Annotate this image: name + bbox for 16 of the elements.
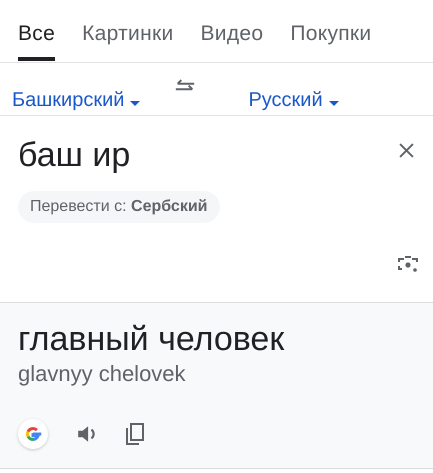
tab[interactable]: Видео	[200, 18, 264, 61]
target-language-dropdown[interactable]: Русский	[248, 89, 339, 115]
translation-text: главный человек	[18, 319, 286, 359]
close-icon[interactable]	[399, 143, 414, 158]
tab[interactable]: Все	[18, 18, 56, 61]
source-language-dropdown[interactable]: Башкирский	[12, 89, 140, 115]
language-suggestion-chip[interactable]: Перевести с: Сербский	[18, 191, 220, 223]
caret-icon	[130, 101, 140, 106]
logo-icon[interactable]	[18, 419, 48, 449]
tab[interactable]: Картинки	[82, 18, 174, 61]
camera-icon[interactable]	[398, 255, 418, 273]
transliteration-text: glavnyy chelovek	[18, 361, 187, 387]
tab[interactable]: Покупки	[290, 18, 372, 61]
input-field[interactable]: баш ир	[18, 134, 130, 176]
caret-icon	[328, 101, 339, 106]
copy-icon[interactable]	[126, 423, 144, 445]
